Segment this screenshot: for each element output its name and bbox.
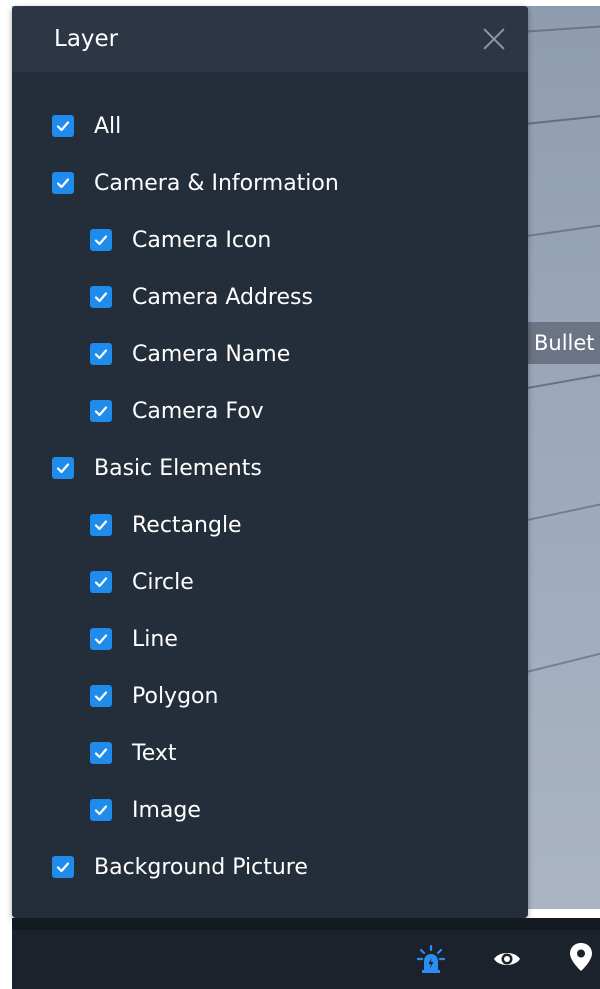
layer-label: Camera & Information [94, 170, 339, 196]
alarm-light-icon[interactable] [412, 940, 450, 978]
checkbox[interactable] [90, 685, 112, 707]
layer-label: Line [132, 626, 178, 652]
layer-label: Camera Name [132, 341, 291, 367]
checkbox[interactable] [52, 457, 74, 479]
layer-item[interactable]: Background Picture [52, 847, 308, 887]
layer-item[interactable]: Camera Icon [90, 220, 271, 260]
layer-label: Camera Fov [132, 398, 264, 424]
layer-item[interactable]: Camera Address [90, 277, 313, 317]
layer-label: Text [132, 740, 177, 766]
layer-item[interactable]: Circle [90, 562, 194, 602]
layer-label: All [94, 113, 122, 139]
checkbox[interactable] [52, 115, 74, 137]
checkbox[interactable] [90, 400, 112, 422]
layer-item[interactable]: Text [90, 733, 177, 773]
camera-label-text: Bullet [534, 331, 595, 355]
checkbox[interactable] [90, 286, 112, 308]
layer-item[interactable]: All [52, 106, 121, 146]
bottom-toolbar [12, 918, 600, 989]
checkbox[interactable] [90, 229, 112, 251]
layer-item[interactable]: Line [90, 619, 178, 659]
layer-item[interactable]: Basic Elements [52, 448, 262, 488]
layer-item[interactable]: Camera Fov [90, 391, 264, 431]
panel-header: Layer [12, 6, 528, 72]
layer-label: Image [132, 797, 201, 823]
camera-label-tag[interactable]: Bullet [528, 322, 600, 364]
checkbox[interactable] [90, 514, 112, 536]
layer-panel: Layer All Camera & Information Camera Icon… [12, 6, 528, 918]
layer-label: Circle [132, 569, 194, 595]
checkbox[interactable] [52, 856, 74, 878]
layer-item[interactable]: Camera & Information [52, 163, 339, 203]
close-icon[interactable] [480, 25, 508, 53]
layer-item[interactable]: Rectangle [90, 505, 242, 545]
layer-label: Camera Address [132, 284, 313, 310]
checkbox[interactable] [90, 571, 112, 593]
panel-title: Layer [54, 26, 119, 52]
layer-item[interactable]: Image [90, 790, 201, 830]
layer-label: Polygon [132, 683, 219, 709]
layer-item[interactable]: Camera Name [90, 334, 290, 374]
layer-label: Camera Icon [132, 227, 272, 253]
checkbox[interactable] [52, 172, 74, 194]
checkbox[interactable] [90, 628, 112, 650]
checkbox[interactable] [90, 742, 112, 764]
layer-label: Rectangle [132, 512, 242, 538]
layer-label: Background Picture [94, 854, 308, 880]
checkbox[interactable] [90, 799, 112, 821]
location-pin-icon[interactable] [562, 938, 600, 976]
layer-item[interactable]: Polygon [90, 676, 218, 716]
layer-label: Basic Elements [94, 455, 262, 481]
eye-icon[interactable] [488, 940, 526, 978]
checkbox[interactable] [90, 343, 112, 365]
